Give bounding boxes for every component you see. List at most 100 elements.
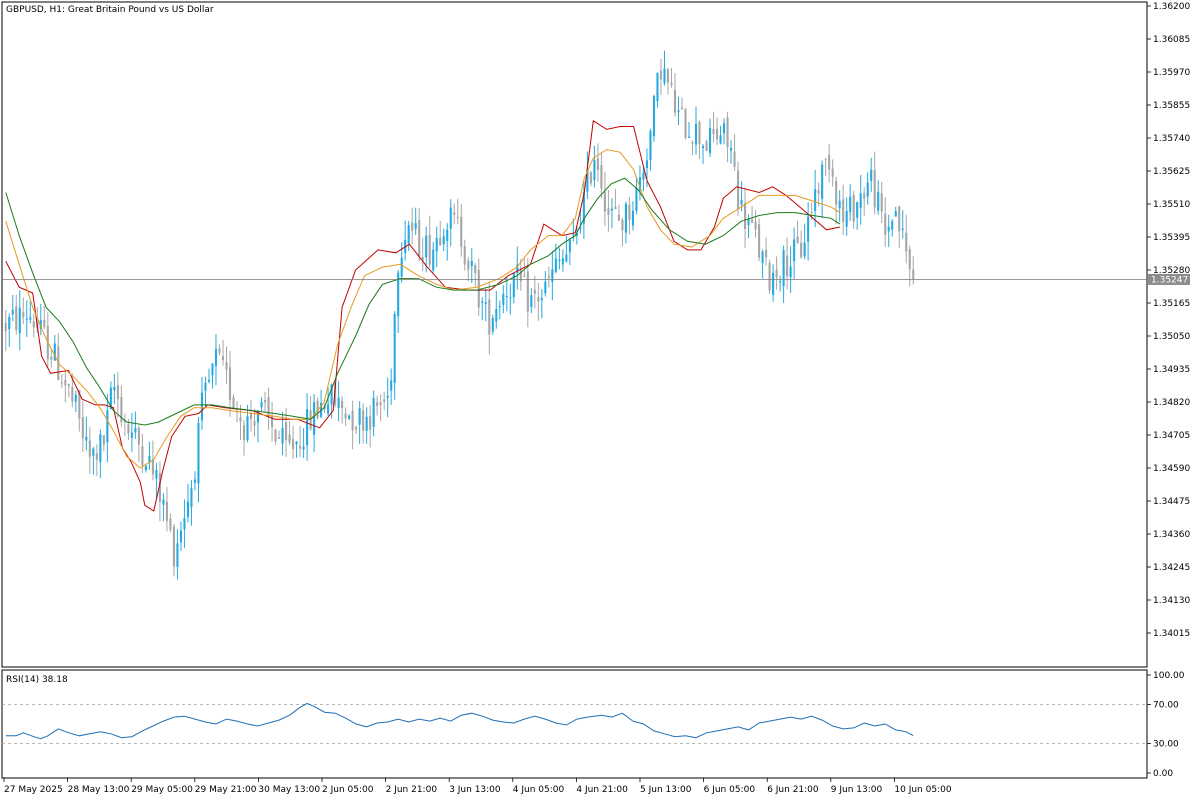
candle-body bbox=[295, 441, 298, 445]
candle-body bbox=[607, 208, 610, 215]
candle-body bbox=[635, 187, 638, 211]
candle-body bbox=[722, 123, 726, 134]
candle-body bbox=[260, 401, 263, 408]
candle-body bbox=[617, 214, 620, 221]
candle-body bbox=[779, 281, 782, 283]
candle-body bbox=[645, 160, 649, 169]
candle-body bbox=[428, 234, 431, 265]
time-tick-label: 29 May 21:00 bbox=[195, 785, 257, 795]
candle-body bbox=[144, 466, 147, 471]
candle-body bbox=[670, 82, 673, 85]
candle-body bbox=[85, 436, 88, 441]
price-axis: 1.36200 1.36085 1.35970 1.35855 1.35740 1.356… bbox=[1147, 2, 1190, 639]
candle-body bbox=[95, 453, 98, 460]
candle-body bbox=[726, 117, 729, 148]
candle-body bbox=[775, 269, 778, 278]
candle-body bbox=[481, 301, 484, 303]
candle-body bbox=[355, 426, 358, 430]
candle-body bbox=[687, 136, 691, 138]
chart-window[interactable]: 1.36200 1.36085 1.35970 1.35855 1.35740 1.356… bbox=[0, 0, 1200, 800]
candle-body bbox=[169, 518, 172, 530]
candle-body bbox=[828, 154, 831, 170]
candle-body bbox=[4, 322, 7, 332]
candle-body bbox=[439, 237, 442, 246]
candle bbox=[705, 139, 708, 152]
price-tick-label: 1.34935 bbox=[1153, 365, 1190, 375]
candle-body bbox=[694, 123, 698, 145]
candle-body bbox=[873, 170, 876, 208]
candle-body bbox=[214, 348, 218, 367]
time-axis: 27 May 2025 28 May 13:00 29 May 05:00 29 Ma… bbox=[3, 778, 952, 795]
candle-body bbox=[747, 219, 750, 226]
price-tick-label: 1.36200 bbox=[1153, 2, 1190, 12]
candle-body bbox=[866, 182, 869, 197]
time-tick-label: 4 Jun 21:00 bbox=[576, 785, 628, 795]
candle-body bbox=[165, 501, 168, 521]
candle-body bbox=[460, 216, 463, 247]
candle-body bbox=[491, 318, 494, 332]
time-tick-label: 9 Jun 13:00 bbox=[831, 785, 883, 795]
candle-body bbox=[589, 172, 592, 184]
candle-body bbox=[905, 232, 908, 252]
candle-body bbox=[733, 151, 736, 167]
candle-body bbox=[211, 363, 214, 376]
candle-body bbox=[179, 530, 182, 543]
rsi-tick-label: 30.00 bbox=[1153, 740, 1179, 750]
chart-canvas[interactable]: 1.36200 1.36085 1.35970 1.35855 1.35740 1.356… bbox=[0, 0, 1200, 800]
candle-body bbox=[859, 193, 862, 208]
candle bbox=[768, 259, 771, 295]
candle-body bbox=[656, 72, 659, 102]
candle-body bbox=[652, 96, 656, 137]
candle-body bbox=[884, 213, 887, 235]
candle-body bbox=[793, 239, 796, 262]
candle-body bbox=[183, 518, 186, 530]
candle-body bbox=[218, 348, 221, 353]
candle-body bbox=[495, 309, 498, 322]
candle-body bbox=[680, 107, 684, 110]
candle-body bbox=[673, 90, 677, 113]
candle-body bbox=[649, 130, 652, 160]
candle-body bbox=[18, 307, 21, 334]
candle-body bbox=[383, 399, 386, 402]
rsi-panel[interactable] bbox=[1, 669, 1148, 779]
candle-body bbox=[29, 317, 32, 320]
candle-body bbox=[772, 272, 775, 295]
candle-body bbox=[624, 203, 627, 233]
candle-body bbox=[761, 251, 764, 264]
candle-body bbox=[116, 384, 119, 400]
candle-body bbox=[327, 404, 330, 414]
time-tick-label: 4 Jun 05:00 bbox=[513, 785, 565, 795]
candle-body bbox=[285, 422, 288, 441]
candle-body bbox=[456, 217, 459, 219]
candle-body bbox=[186, 501, 190, 517]
candle-body bbox=[666, 68, 670, 83]
candle-body bbox=[435, 237, 438, 252]
time-tick-label: 27 May 2025 bbox=[4, 785, 63, 795]
time-tick-label: 2 Jun 05:00 bbox=[322, 785, 374, 795]
candle-body bbox=[43, 319, 46, 328]
rsi-tick-label: 100.00 bbox=[1153, 671, 1185, 681]
candle-body bbox=[376, 402, 379, 406]
candle-body bbox=[698, 121, 701, 145]
candle-body bbox=[824, 159, 827, 161]
candle-body bbox=[386, 395, 389, 398]
candle-body bbox=[221, 356, 225, 361]
candle-body bbox=[99, 434, 102, 462]
price-tick-label: 1.34475 bbox=[1153, 497, 1190, 507]
candle-body bbox=[835, 181, 838, 205]
candle-body bbox=[449, 207, 452, 229]
candle-body bbox=[453, 212, 456, 215]
candle-body bbox=[176, 543, 179, 567]
candle-body bbox=[292, 439, 295, 449]
candle-body bbox=[207, 379, 211, 382]
candle-body bbox=[488, 299, 491, 335]
price-tick-label: 1.34705 bbox=[1153, 431, 1190, 441]
candle-body bbox=[912, 269, 915, 280]
candle-body bbox=[786, 255, 789, 277]
candle-body bbox=[281, 427, 284, 444]
candle-body bbox=[558, 259, 561, 262]
candle-body bbox=[278, 437, 281, 439]
candle-body bbox=[796, 236, 799, 243]
time-tick-label: 3 Jun 13:00 bbox=[449, 785, 501, 795]
candle-body bbox=[852, 194, 855, 222]
